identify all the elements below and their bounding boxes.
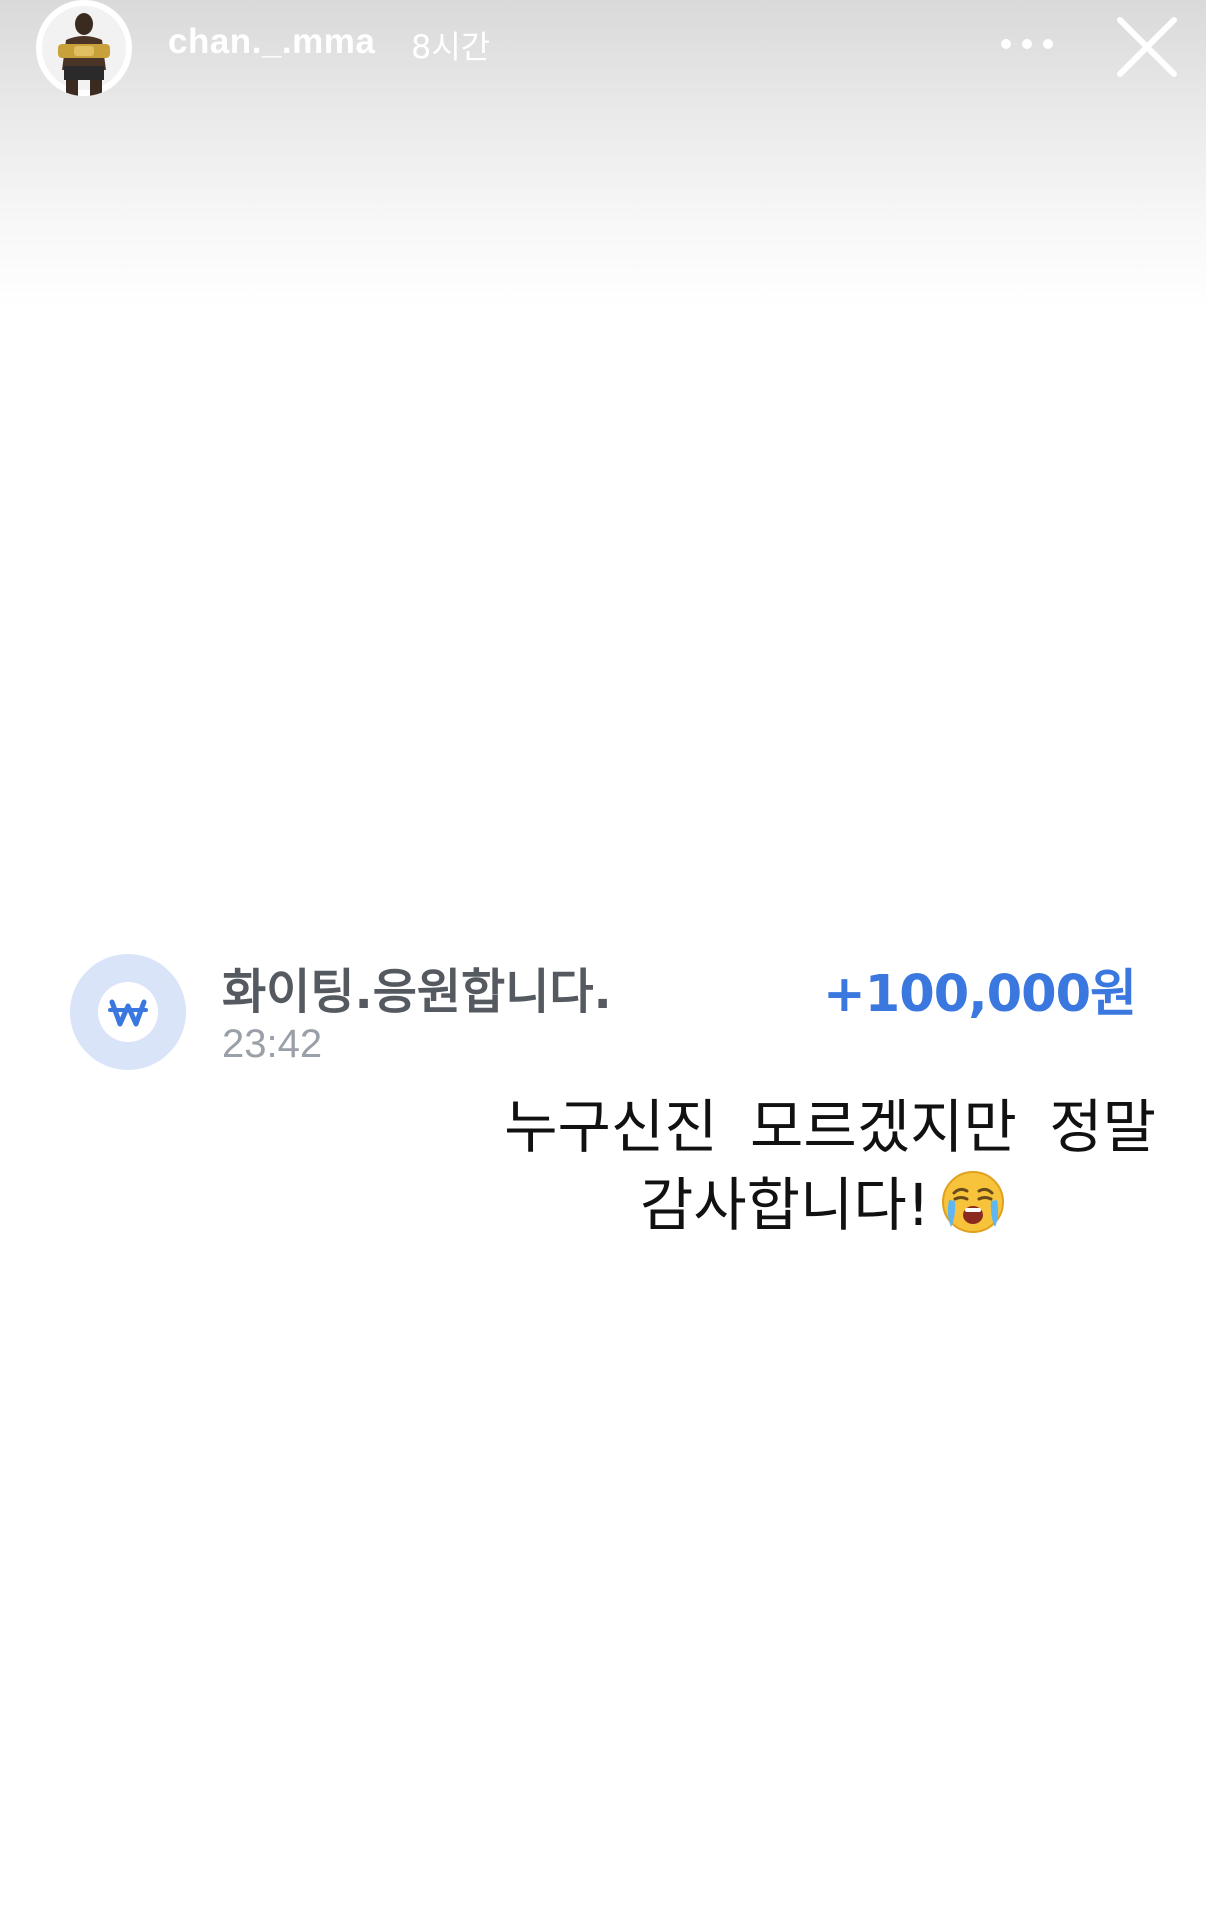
ellipsis-icon [1001, 39, 1053, 49]
transaction-title: 화이팅.응원합니다. [222, 964, 612, 1020]
won-icon [70, 954, 186, 1070]
crying-face-emoji [940, 1169, 1006, 1235]
more-options-button[interactable] [992, 24, 1062, 64]
close-button[interactable] [1110, 10, 1184, 84]
avatar-image [36, 0, 132, 96]
username[interactable]: chan._.mma [168, 22, 375, 62]
caption-line-2: 감사합니다! [300, 1166, 1156, 1244]
story-caption: 누구신진 모르겠지만 정말 감사합니다! [300, 1088, 1156, 1244]
story-view: chan._.mma 8시간 화이팅.응원합니다. 23:42 +100,000… [0, 0, 1206, 1912]
story-header: chan._.mma 8시간 [0, 0, 1206, 100]
close-icon [1117, 17, 1177, 77]
post-time-ago: 8시간 [411, 28, 491, 66]
won-symbol [108, 999, 148, 1027]
caption-line-1: 누구신진 모르겠지만 정말 [504, 1093, 1156, 1161]
transaction-amount: +100,000원 [823, 965, 1137, 1024]
transaction-item: 화이팅.응원합니다. 23:42 +100,000원 [0, 940, 1206, 1080]
profile-avatar[interactable] [36, 0, 132, 96]
transaction-time: 23:42 [222, 1022, 323, 1066]
caption-line-2-text: 감사합니다! [639, 1171, 930, 1239]
